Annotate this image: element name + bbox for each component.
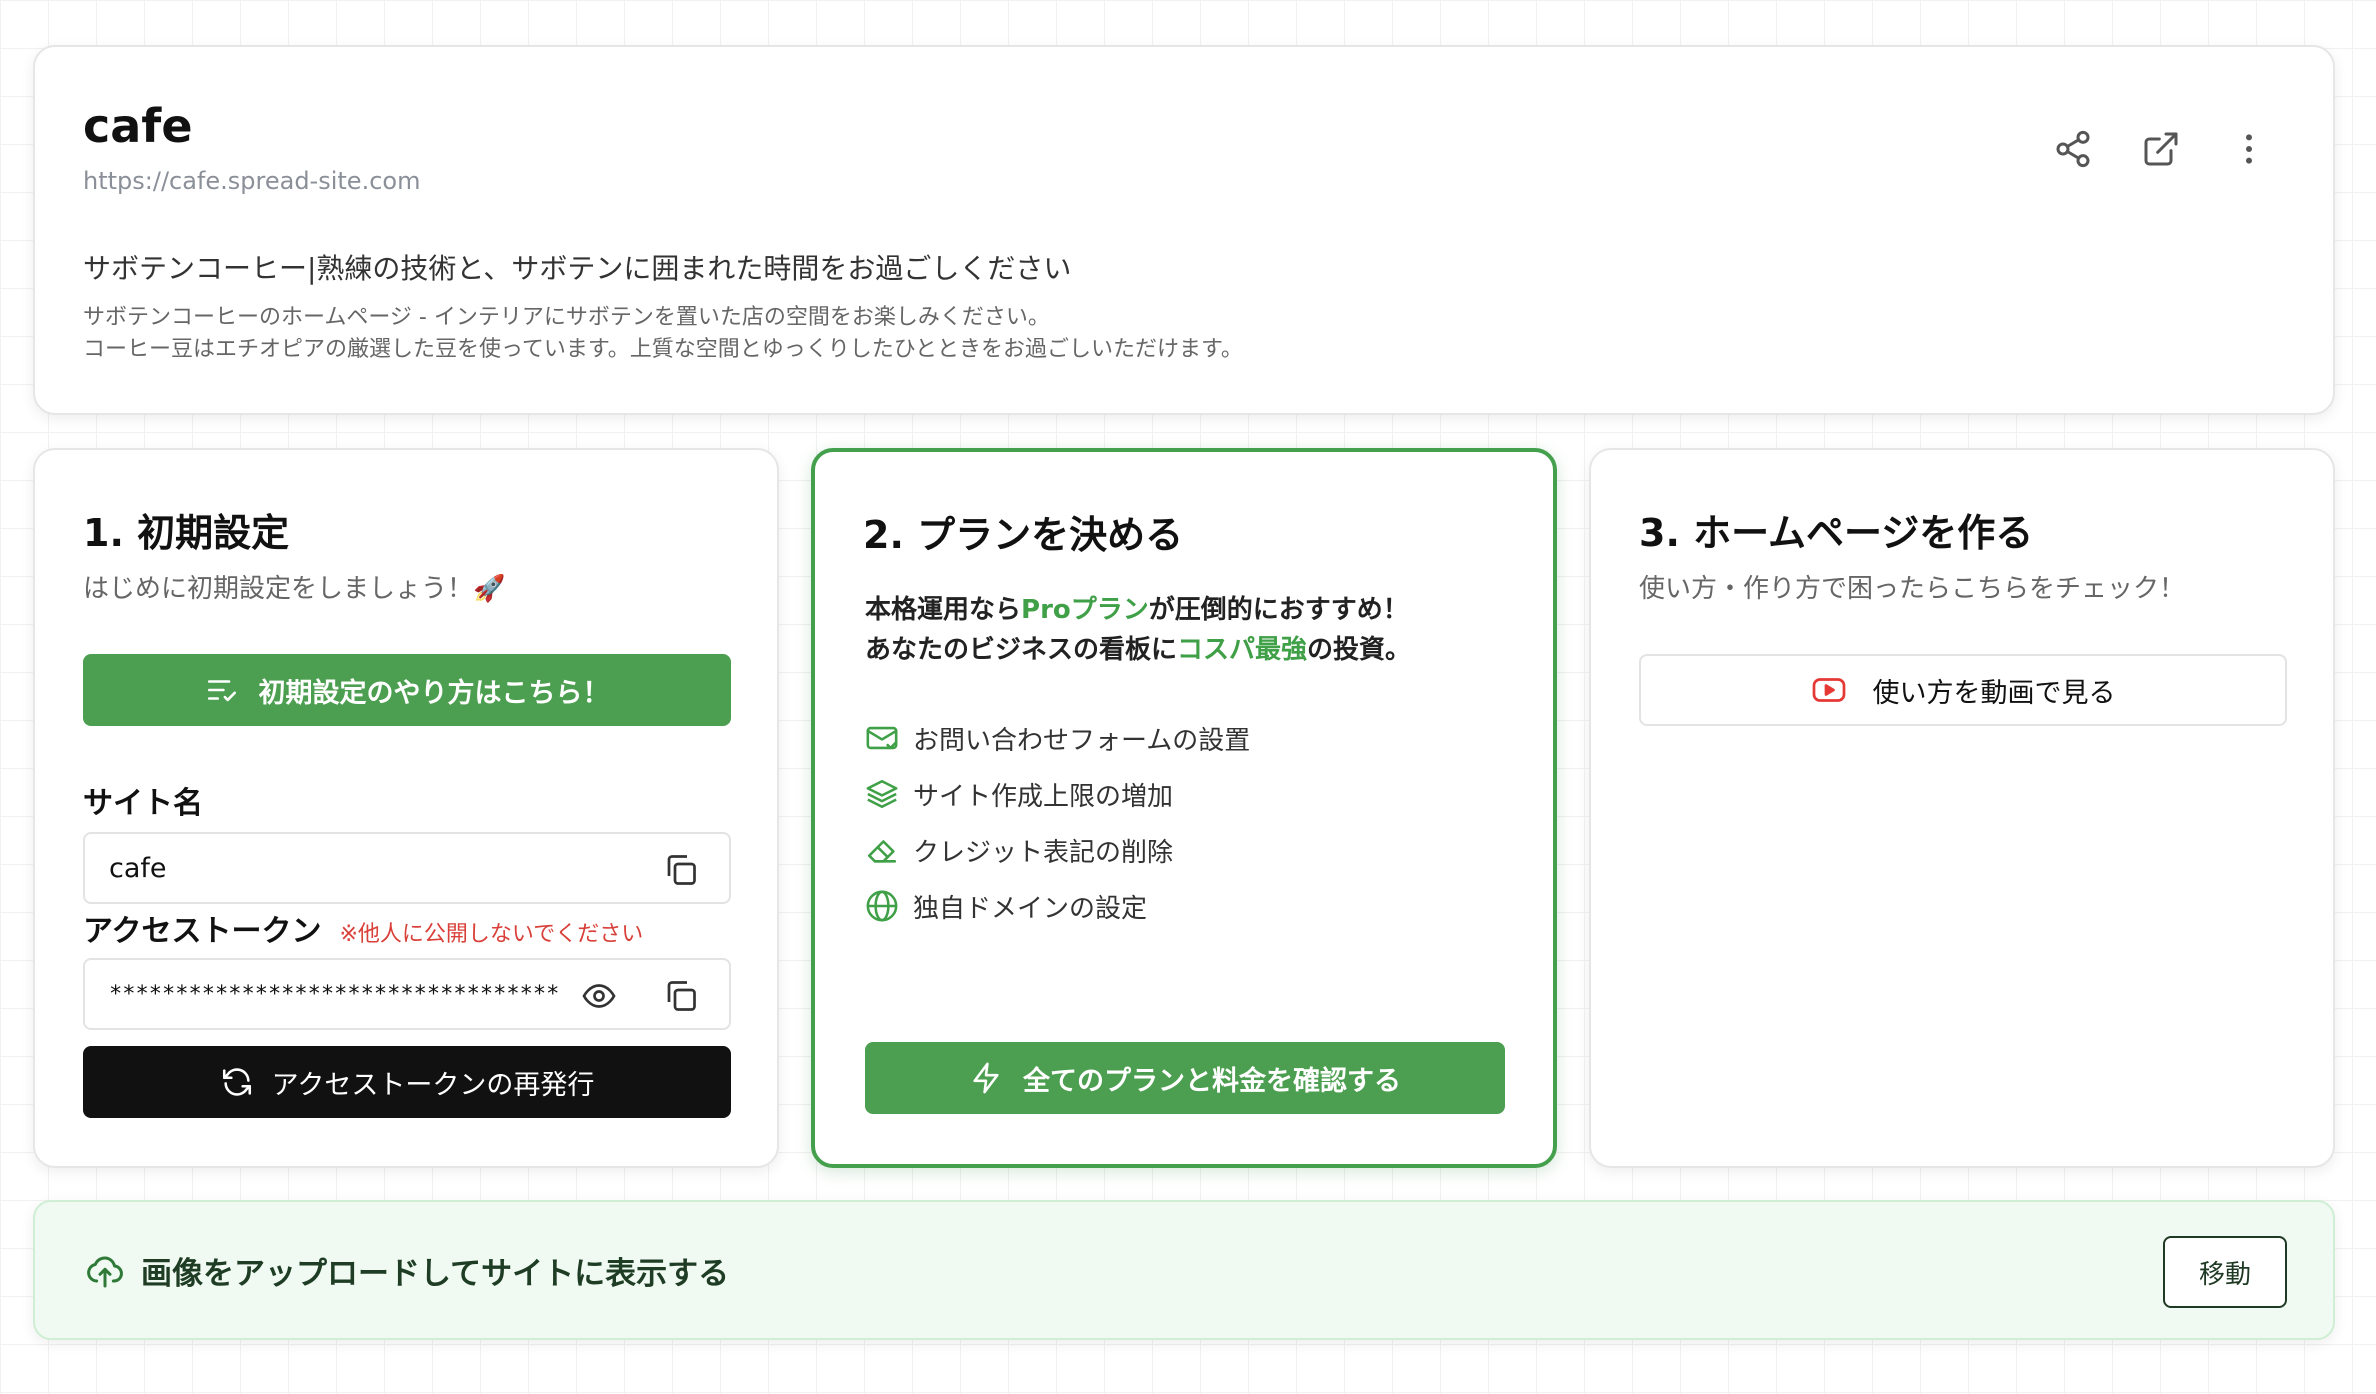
- upload-label-text: 画像をアップロードしてサイトに表示する: [141, 1256, 730, 1292]
- setup-guide-button[interactable]: 初期設定のやり方はこちら！: [83, 654, 731, 726]
- site-description-line: サボテンコーヒーのホームページ - インテリアにサボテンを置いた店の空間をお楽し…: [83, 305, 1050, 330]
- promo-highlight: Proプラン: [1021, 595, 1149, 625]
- promo-line: あなたのビジネスの看板にコスパ最強の投資。: [865, 630, 1411, 670]
- site-description-line: コーヒー豆はエチオピアの厳選した豆を使っています。上質な空間とゆっくりしたひとと…: [83, 337, 1243, 362]
- site-headline: サボテンコーヒー|熟練の技術と、サボテンに囲まれた時間をお過ごしください: [83, 252, 1072, 285]
- feature-label: サイト作成上限の増加: [913, 781, 1174, 812]
- feature-item: クレジット表記の削除: [865, 822, 1250, 878]
- mail-icon: [866, 726, 898, 750]
- setup-guide-button-label: 初期設定のやり方はこちら！: [258, 677, 610, 709]
- eye-icon[interactable]: [581, 978, 617, 1014]
- globe-icon: [866, 890, 898, 922]
- upload-label: 画像をアップロードしてサイトに表示する: [85, 1248, 729, 1293]
- step1-subtitle: はじめに初期設定をしましょう！🚀: [83, 574, 506, 604]
- list-check-icon: [207, 680, 236, 702]
- site-title: cafe: [83, 99, 193, 153]
- upload-banner: 画像をアップロードしてサイトに表示する 移動: [33, 1200, 2335, 1340]
- share-icon[interactable]: [2047, 123, 2099, 175]
- promo-text: の投資。: [1307, 635, 1412, 665]
- feature-label: お問い合わせフォームの設置: [913, 725, 1251, 756]
- site-description: サボテンコーヒーのホームページ - インテリアにサボテンを置いた店の空間をお楽し…: [83, 302, 1243, 366]
- site-url[interactable]: https://cafe.spread-site.com: [83, 167, 420, 195]
- token-value: **********************************: [109, 981, 560, 1007]
- step1-card: 1. 初期設定 はじめに初期設定をしましょう！🚀 初期設定のやり方はこちら！ サ…: [33, 448, 779, 1168]
- move-button[interactable]: 移動: [2163, 1236, 2287, 1308]
- step3-title: 3. ホームページを作る: [1639, 511, 2034, 555]
- watch-video-button[interactable]: 使い方を動画で見る: [1639, 654, 2287, 726]
- site-card: cafe https://cafe.spread-site.com サボテンコー…: [33, 45, 2335, 415]
- step1-title: 1. 初期設定: [83, 511, 290, 555]
- promo-text: が圧倒的におすすめ！: [1148, 595, 1409, 625]
- youtube-icon: [1812, 678, 1845, 702]
- view-plans-button[interactable]: 全てのプランと料金を確認する: [865, 1042, 1505, 1114]
- copy-icon[interactable]: [663, 852, 699, 888]
- promo-text: あなたのビジネスの看板に: [865, 635, 1178, 665]
- token-warning: ※他人に公開しないでください: [339, 922, 644, 947]
- step2-title: 2. プランを決める: [863, 513, 1184, 557]
- reissue-token-button-label: アクセストークンの再発行: [271, 1069, 595, 1101]
- feature-label: 独自ドメインの設定: [913, 893, 1148, 924]
- pro-feature-list: お問い合わせフォームの設置 サイト作成上限の増加 クレジット表記の削除 独自ドメ…: [865, 710, 1250, 934]
- step3-subtitle: 使い方・作り方で困ったらこちらをチェック！: [1639, 574, 2186, 604]
- promo-text: 本格運用なら: [865, 595, 1022, 625]
- site-name-value: cafe: [109, 852, 167, 884]
- feature-item: お問い合わせフォームの設置: [865, 710, 1250, 766]
- watch-video-button-label: 使い方を動画で見る: [1872, 677, 2116, 709]
- more-vertical-icon[interactable]: [2223, 123, 2275, 175]
- promo-highlight: コスパ最強: [1177, 635, 1308, 665]
- step2-card: 2. プランを決める 本格運用ならProプランが圧倒的におすすめ！ あなたのビジ…: [811, 448, 1557, 1168]
- site-name-label: サイト名: [83, 786, 203, 821]
- site-name-field[interactable]: cafe: [83, 832, 731, 904]
- feature-item: 独自ドメインの設定: [865, 878, 1250, 934]
- pro-plan-promo: 本格運用ならProプランが圧倒的におすすめ！ あなたのビジネスの看板にコスパ最強…: [865, 590, 1411, 670]
- eraser-icon: [867, 840, 897, 863]
- feature-label: クレジット表記の削除: [913, 837, 1174, 868]
- token-field[interactable]: **********************************: [83, 958, 731, 1030]
- token-label: アクセストークン ※他人に公開しないでください: [83, 906, 643, 950]
- token-label-text: アクセストークン: [83, 914, 322, 949]
- cloud-upload-icon: [87, 1256, 123, 1287]
- feature-item: サイト作成上限の増加: [865, 766, 1250, 822]
- lightning-icon: [973, 1062, 999, 1094]
- copy-icon[interactable]: [663, 978, 699, 1014]
- external-link-icon[interactable]: [2135, 123, 2187, 175]
- view-plans-button-label: 全てのプランと料金を確認する: [1023, 1065, 1401, 1097]
- refresh-icon: [222, 1068, 251, 1096]
- reissue-token-button[interactable]: アクセストークンの再発行: [83, 1046, 731, 1118]
- step3-card: 3. ホームページを作る 使い方・作り方で困ったらこちらをチェック！ 使い方を動…: [1589, 448, 2335, 1168]
- promo-line: 本格運用ならProプランが圧倒的におすすめ！: [865, 590, 1411, 630]
- layers-icon: [866, 779, 898, 809]
